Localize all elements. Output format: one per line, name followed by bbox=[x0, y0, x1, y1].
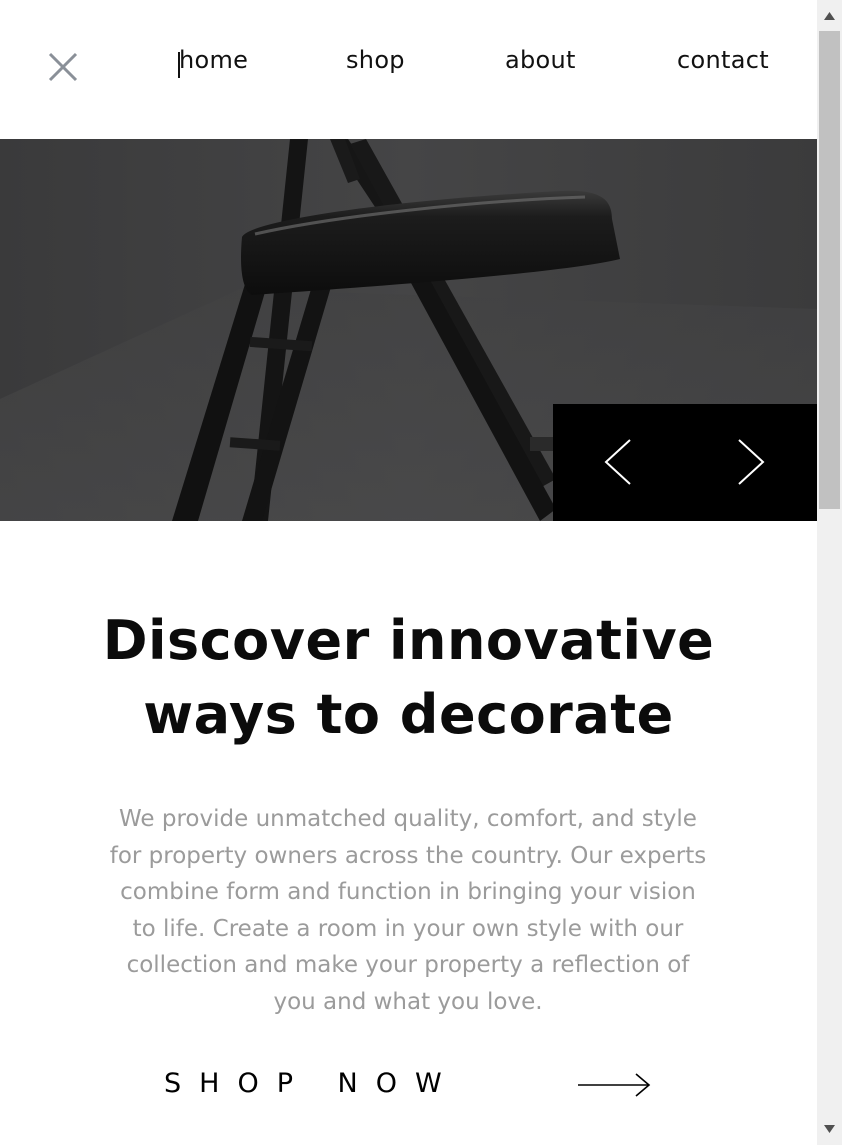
close-icon bbox=[48, 52, 78, 82]
chevron-right-icon bbox=[738, 439, 765, 485]
nav-contact-link[interactable]: contact bbox=[677, 46, 769, 74]
page-headline: Discover innovative ways to decorate bbox=[60, 604, 757, 752]
slider-prev-button[interactable] bbox=[590, 434, 650, 490]
shop-now-button[interactable]: SHOP NOW bbox=[160, 1062, 660, 1112]
headline-line-2: ways to decorate bbox=[143, 683, 674, 746]
hero-banner bbox=[0, 139, 817, 521]
scroll-down-arrow-icon bbox=[824, 1125, 835, 1133]
text-cursor bbox=[178, 52, 180, 78]
arrow-right-icon bbox=[576, 1070, 652, 1100]
chevron-left-icon bbox=[604, 439, 631, 485]
nav-shop-link[interactable]: shop bbox=[346, 46, 405, 74]
headline-line-1: Discover innovative bbox=[102, 609, 715, 672]
scroll-up-button[interactable] bbox=[817, 0, 842, 30]
scroll-down-button[interactable] bbox=[817, 1115, 842, 1145]
site-header: home shop about contact bbox=[0, 0, 817, 139]
page: home shop about contact Discover innovat… bbox=[0, 0, 817, 1145]
intro-description: We provide unmatched quality, comfort, a… bbox=[109, 806, 707, 1015]
nav-home-link[interactable]: home bbox=[179, 46, 248, 74]
slider-next-button[interactable] bbox=[721, 434, 781, 490]
close-menu-button[interactable] bbox=[44, 48, 82, 86]
nav-about-link[interactable]: about bbox=[505, 46, 576, 74]
vertical-scrollbar[interactable] bbox=[817, 0, 842, 1145]
scroll-up-arrow-icon bbox=[824, 12, 835, 20]
slider-controls bbox=[553, 404, 817, 521]
scroll-thumb[interactable] bbox=[819, 31, 840, 509]
shop-now-label: SHOP NOW bbox=[164, 1068, 460, 1099]
